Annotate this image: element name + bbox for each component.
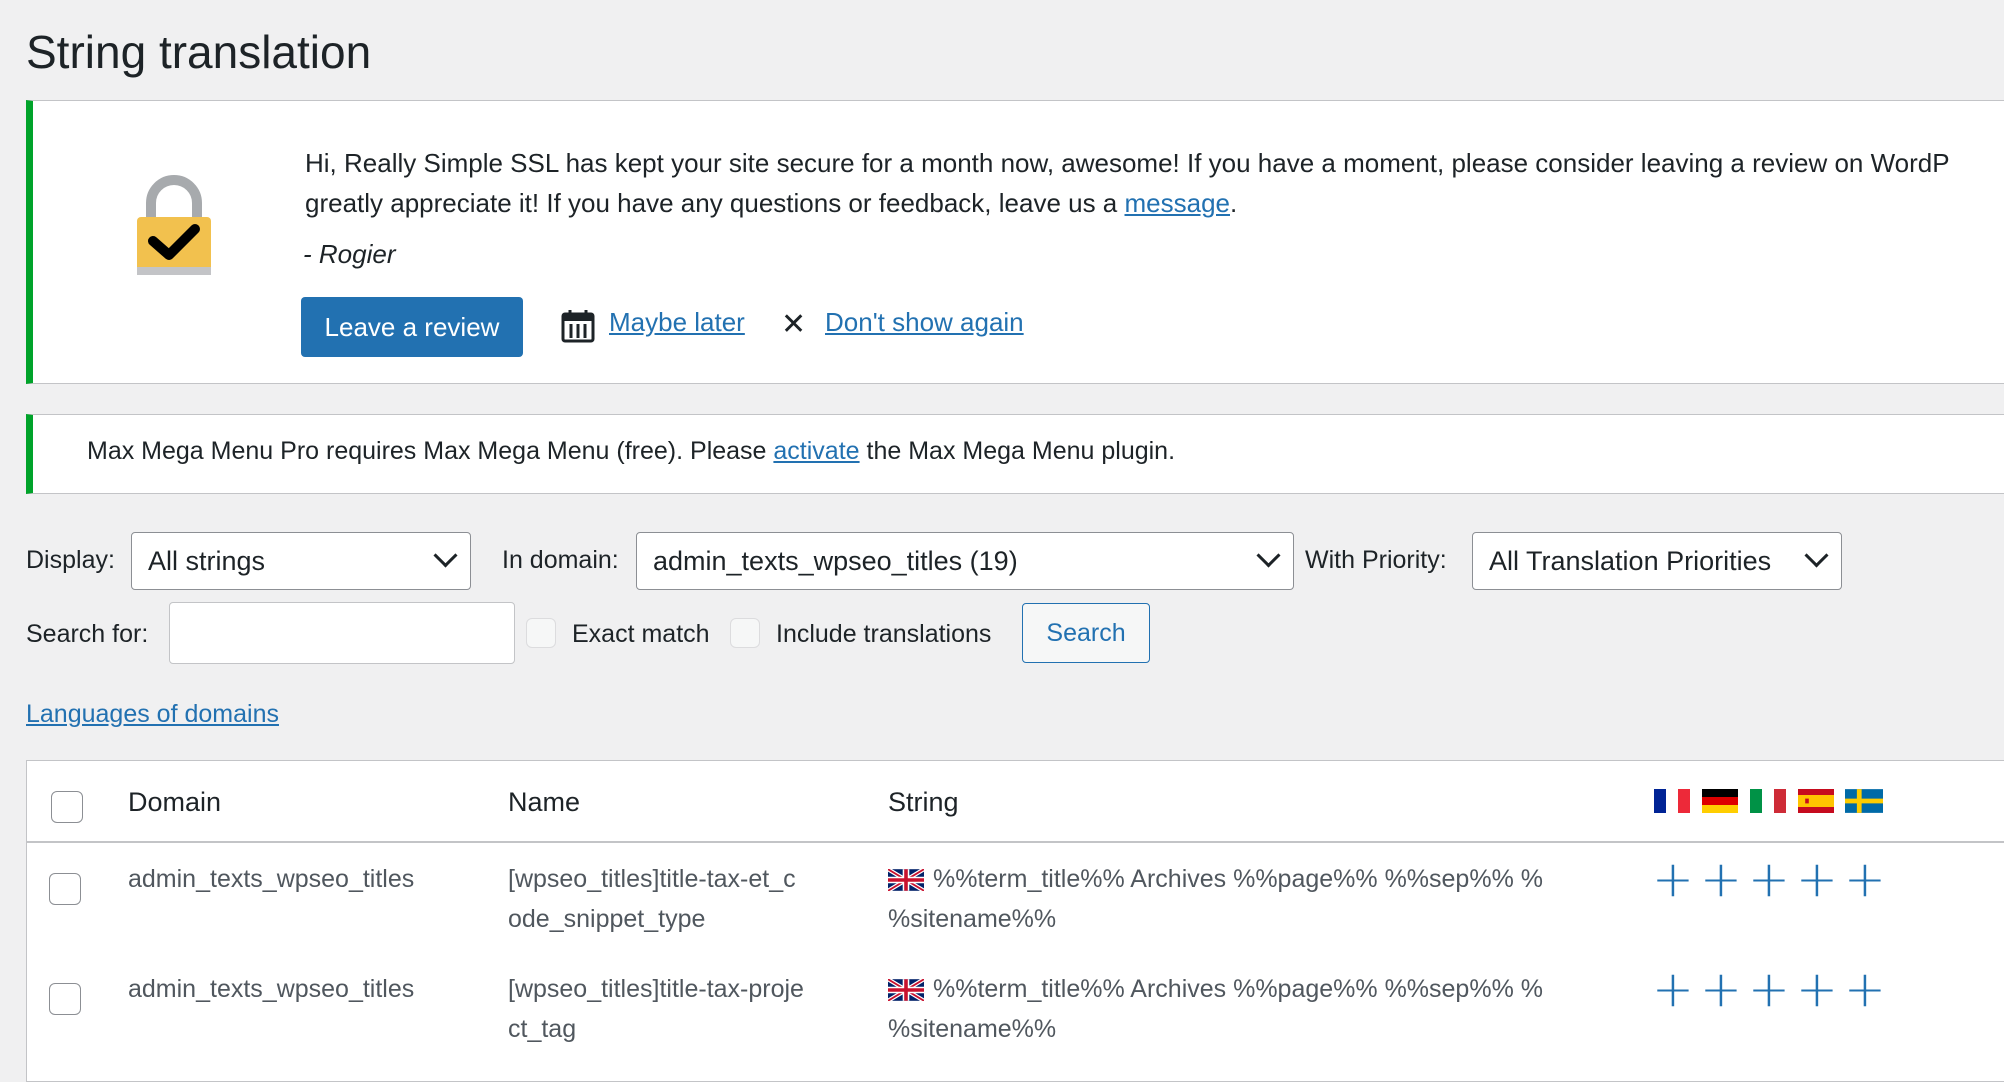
add-translation-se-icon[interactable]: + <box>1841 964 1889 1014</box>
add-translation-de-icon[interactable]: + <box>1697 854 1745 904</box>
include-translations-label: Include translations <box>776 620 992 648</box>
row-name-line1: [wpseo_titles]title-tax-et_c <box>508 865 796 893</box>
row-string-line2: %sitename%% <box>888 1015 1057 1043</box>
display-select-value: All strings <box>148 546 266 576</box>
flag-gb-icon <box>888 979 924 1001</box>
chevron-down-icon <box>1804 543 1829 568</box>
add-translation-es-icon[interactable]: + <box>1793 854 1841 904</box>
languages-of-domains-link[interactable]: Languages of domains <box>26 700 279 729</box>
column-header-name[interactable]: Name <box>508 787 580 818</box>
add-translation-fr-icon[interactable]: + <box>1649 854 1697 904</box>
row-checkbox[interactable] <box>49 983 81 1015</box>
table-row: admin_texts_wpseo_titles [wpseo_titles]t… <box>27 843 2004 953</box>
add-translation-it-icon[interactable]: + <box>1745 964 1793 1014</box>
include-translations-checkbox[interactable] <box>730 618 760 648</box>
flag-de-icon <box>1702 789 1738 813</box>
column-header-string[interactable]: String <box>888 787 959 818</box>
message-link[interactable]: message <box>1125 188 1231 218</box>
display-select[interactable]: All strings <box>131 532 471 590</box>
exact-match-label: Exact match <box>572 620 710 648</box>
maybe-later-link[interactable]: Maybe later <box>609 307 745 338</box>
ssl-notice-line2-text: greatly appreciate it! If you have any q… <box>305 188 1125 218</box>
page-title: String translation <box>26 26 372 78</box>
select-all-checkbox[interactable] <box>51 791 83 823</box>
display-label: Display: <box>26 546 115 574</box>
flag-es-icon <box>1798 789 1834 813</box>
add-translation-fr-icon[interactable]: + <box>1649 964 1697 1014</box>
row-string-line2: %sitename%% <box>888 905 1057 933</box>
flag-it-icon <box>1750 789 1786 813</box>
domain-select-value: admin_texts_wpseo_titles (19) <box>653 546 1018 576</box>
row-string: %%term_title%% Archives %%page%% %%sep%%… <box>888 969 1543 1049</box>
flag-fr-icon <box>1654 789 1690 813</box>
row-string-line1: %%term_title%% Archives %%page%% %%sep%%… <box>933 865 1543 893</box>
strings-table: Domain Name String admin_texts_wpseo_tit… <box>26 760 2004 1082</box>
flag-gb-icon <box>888 869 924 891</box>
calendar-icon[interactable] <box>561 309 595 343</box>
priority-select-value: All Translation Priorities <box>1489 546 1772 576</box>
leave-review-button[interactable]: Leave a review <box>301 297 523 357</box>
mega-menu-notice-suffix: the Max Mega Menu plugin. <box>859 437 1176 465</box>
priority-select[interactable]: All Translation Priorities <box>1472 532 1842 590</box>
ssl-notice-line2-end: . <box>1230 188 1238 218</box>
lock-icon <box>129 169 219 279</box>
close-icon[interactable]: ✕ <box>781 307 806 343</box>
add-translation-es-icon[interactable]: + <box>1793 964 1841 1014</box>
mega-menu-notice-prefix: Max Mega Menu Pro requires Max Mega Menu… <box>87 437 774 465</box>
row-name: [wpseo_titles]title-tax-et_c ode_snippet… <box>508 859 796 939</box>
row-name-line1: [wpseo_titles]title-tax-proje <box>508 975 804 1003</box>
row-name-line2: ode_snippet_type <box>508 905 706 933</box>
row-string-line1: %%term_title%% Archives %%page%% %%sep%%… <box>933 975 1543 1003</box>
ssl-notice-message: Hi, Really Simple SSL has kept your site… <box>305 143 1950 223</box>
row-domain: admin_texts_wpseo_titles <box>128 865 415 893</box>
table-row: admin_texts_wpseo_titles [wpseo_titles]t… <box>27 953 2004 1063</box>
row-name-line2: ct_tag <box>508 1015 577 1043</box>
search-input[interactable] <box>169 602 515 664</box>
row-string: %%term_title%% Archives %%page%% %%sep%%… <box>888 859 1543 939</box>
ssl-notice-signature: - Rogier <box>303 239 396 269</box>
search-button[interactable]: Search <box>1022 603 1150 663</box>
ssl-review-notice: Hi, Really Simple SSL has kept your site… <box>26 100 2004 384</box>
mega-menu-notice: Max Mega Menu Pro requires Max Mega Menu… <box>26 414 2004 494</box>
priority-label: With Priority: <box>1305 546 1447 574</box>
domain-label: In domain: <box>502 546 619 574</box>
chevron-down-icon <box>1256 543 1281 568</box>
ssl-notice-line1: Hi, Really Simple SSL has kept your site… <box>305 148 1950 178</box>
exact-match-checkbox[interactable] <box>526 618 556 648</box>
activate-link[interactable]: activate <box>773 437 859 465</box>
row-checkbox[interactable] <box>49 873 81 905</box>
search-label: Search for: <box>26 620 149 648</box>
add-translation-se-icon[interactable]: + <box>1841 854 1889 904</box>
add-translation-it-icon[interactable]: + <box>1745 854 1793 904</box>
add-translation-de-icon[interactable]: + <box>1697 964 1745 1014</box>
dont-show-again-link[interactable]: Don't show again <box>825 307 1024 338</box>
flag-se-icon <box>1845 789 1883 813</box>
mega-menu-notice-text: Max Mega Menu Pro requires Max Mega Menu… <box>87 437 1175 466</box>
domain-select[interactable]: admin_texts_wpseo_titles (19) <box>636 532 1294 590</box>
column-header-domain[interactable]: Domain <box>128 787 221 818</box>
row-name: [wpseo_titles]title-tax-proje ct_tag <box>508 969 804 1049</box>
row-domain: admin_texts_wpseo_titles <box>128 975 415 1003</box>
chevron-down-icon <box>433 543 458 568</box>
ssl-notice-line2: greatly appreciate it! If you have any q… <box>305 183 1950 223</box>
